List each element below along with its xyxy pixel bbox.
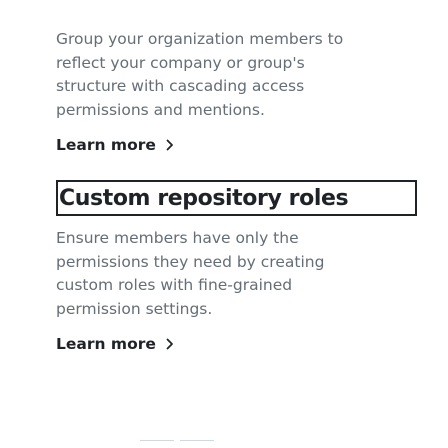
teams-learn-more-link[interactable]: Learn more <box>56 136 174 154</box>
roles-learn-more-link[interactable]: Learn more <box>56 335 174 353</box>
learn-more-label: Learn more <box>56 335 156 353</box>
teams-description: Group your organization members to refle… <box>56 30 344 119</box>
roles-description: Ensure members have only the permissions… <box>56 229 325 318</box>
divider <box>180 440 214 441</box>
teams-section: Group your organization members to refle… <box>56 28 356 154</box>
divider <box>140 440 174 441</box>
roles-heading-focus-outline: Custom repository roles <box>56 180 417 216</box>
roles-section: Ensure members have only the permissions… <box>56 227 356 353</box>
learn-more-label: Learn more <box>56 136 156 154</box>
roles-section-title: Custom repository roles <box>59 185 349 211</box>
chevron-right-icon <box>166 139 174 151</box>
chevron-right-icon <box>166 338 174 350</box>
